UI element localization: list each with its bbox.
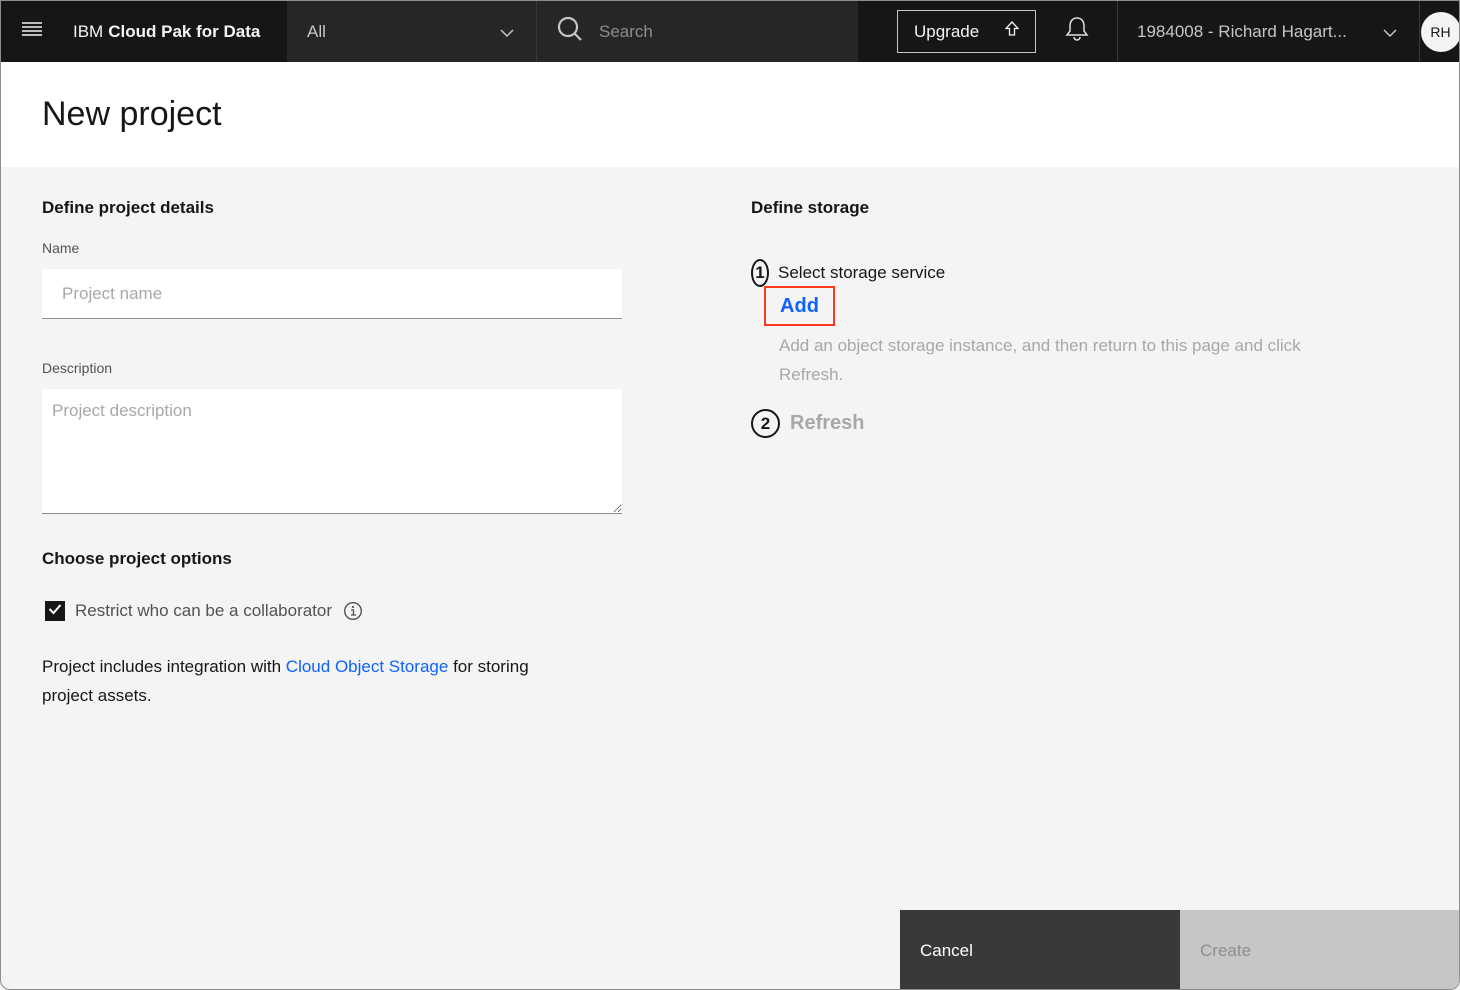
step-2-number: 2: [751, 409, 780, 438]
project-name-input[interactable]: [42, 269, 622, 319]
step-refresh: 2 Refresh: [751, 409, 864, 438]
hamburger-menu-icon: [22, 21, 42, 42]
brand-name: Cloud Pak for Data: [108, 21, 261, 41]
account-label: 1984008 - Richard Hagart...: [1137, 21, 1347, 41]
chevron-down-icon: [1383, 22, 1397, 42]
restrict-collaborator-checkbox[interactable]: [45, 601, 65, 621]
project-description-textarea[interactable]: [42, 389, 622, 514]
info-icon[interactable]: [343, 601, 363, 621]
cancel-button[interactable]: Cancel: [900, 910, 1180, 989]
notifications-button[interactable]: [1036, 1, 1118, 62]
description-label: Description: [42, 360, 113, 376]
upgrade-container: Upgrade: [858, 1, 1036, 62]
menu-button[interactable]: [1, 1, 63, 62]
integration-note: Project includes integration with Cloud …: [42, 652, 582, 710]
upgrade-label: Upgrade: [914, 21, 980, 41]
scope-selected-value: All: [307, 21, 326, 41]
search-icon: [557, 16, 583, 47]
restrict-collaborator-label[interactable]: Restrict who can be a collaborator: [75, 601, 332, 621]
project-options-heading: Choose project options: [42, 549, 232, 568]
page-header: New project: [1, 62, 1459, 167]
app-window: IBM Cloud Pak for Data All Search Upgrad…: [0, 0, 1460, 990]
storage-hint: Add an object storage instance, and then…: [779, 336, 1301, 384]
refresh-link[interactable]: Refresh: [790, 412, 864, 435]
restrict-collaborator-option: Restrict who can be a collaborator: [45, 601, 363, 621]
create-button[interactable]: Create: [1180, 910, 1459, 989]
brand-prefix: IBM: [73, 21, 104, 41]
global-search[interactable]: Search: [537, 1, 858, 62]
cloud-object-storage-link[interactable]: Cloud Object Storage: [286, 657, 449, 676]
upgrade-button[interactable]: Upgrade: [897, 10, 1036, 53]
step-1-label: Select storage service: [778, 263, 946, 282]
product-logo[interactable]: IBM Cloud Pak for Data: [63, 1, 287, 62]
account-switcher[interactable]: 1984008 - Richard Hagart...: [1118, 1, 1420, 62]
upgrade-arrow-icon: [1004, 21, 1020, 42]
page-title: New project: [42, 95, 222, 133]
chevron-down-icon: [500, 22, 514, 42]
name-label: Name: [42, 240, 80, 256]
avatar-container: RH: [1420, 1, 1459, 62]
add-storage-link[interactable]: Add: [780, 295, 819, 318]
storage-heading: Define storage: [751, 198, 870, 217]
search-placeholder: Search: [599, 21, 653, 41]
bell-icon: [1065, 16, 1089, 47]
step-select-storage: 1 Select storage service: [751, 259, 945, 287]
integration-prefix: Project includes integration with: [42, 657, 286, 676]
step-1-number: 1: [751, 259, 769, 287]
project-details-heading: Define project details: [42, 198, 214, 217]
top-navigation-bar: IBM Cloud Pak for Data All Search Upgrad…: [1, 1, 1459, 62]
user-avatar[interactable]: RH: [1420, 11, 1459, 52]
checkmark-icon: [48, 602, 62, 620]
add-highlight: Add: [764, 286, 835, 326]
scope-dropdown[interactable]: All: [287, 1, 537, 62]
